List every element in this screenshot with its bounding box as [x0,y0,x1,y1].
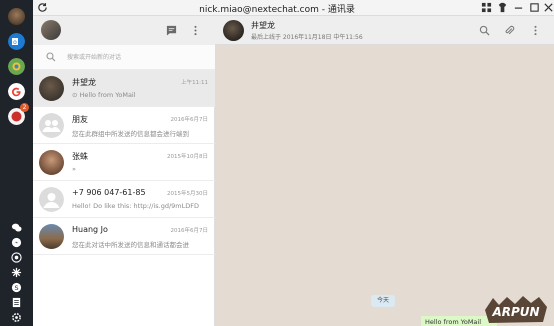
conversation-header: 井望龙 最后上线于 2016年11月18日 中午11:56 [215,16,554,45]
chat-list-panel: 井望龙 上午11:11 ⊙ Hello from YoMail 朋友 2016年… [33,16,215,326]
watermark-text: ARPUN [491,305,539,319]
search-bar [33,45,215,70]
contact-avatar [39,224,64,249]
messenger-icon[interactable] [11,237,22,248]
attachment-icon[interactable] [504,25,515,36]
arpun-watermark-logo: ARPUN [485,296,547,323]
contact-avatar [39,150,64,175]
slack-icon[interactable] [11,267,22,278]
chat-preview: Hello! Do like this: http://is.gd/9mLDFD [72,202,199,210]
chat-item[interactable]: Huang Jo 2016年6月7日 您在此对话中所发送的信息和通话都会进 [33,218,215,255]
close-icon[interactable] [543,2,554,13]
profile-avatar[interactable] [8,8,25,25]
notification-badge: 2 [20,103,29,112]
maximize-icon[interactable] [529,2,540,13]
chat-preview: » [72,165,76,173]
chat-name: 朋友 [72,115,88,124]
wechat-icon[interactable] [11,222,22,233]
chat-preview: 您在此对话中所发送的信息和通话都会进 [72,241,189,249]
chat-item[interactable]: 井望龙 上午11:11 ⊙ Hello from YoMail [33,70,215,107]
contact-avatar [39,76,64,101]
chrome-icon[interactable] [8,58,25,75]
google-icon[interactable] [8,83,25,100]
new-chat-icon[interactable] [166,25,177,36]
whatsapp-icon[interactable] [11,252,22,263]
search-icon[interactable] [479,25,490,36]
title-bar: nick.miao@nextechat.com - 通讯录 [0,0,554,16]
chat-time: 2015年5月30日 [167,191,208,197]
date-chip: 今天 [371,295,395,307]
more-menu-icon[interactable] [530,25,541,36]
chat-time: 上午11:11 [181,80,208,86]
more-menu-icon[interactable] [190,25,201,36]
chat-item[interactable]: +7 906 047-61-85 2015年5月30日 Hello! Do li… [33,181,215,218]
group-avatar-icon [39,113,64,138]
last-seen-status: 最后上线于 2016年11月18日 中午11:56 [251,34,363,41]
outlook-icon[interactable]: o [8,33,25,50]
conversation-avatar[interactable] [223,20,244,41]
conversation-pane: 井望龙 最后上线于 2016年11月18日 中午11:56 今天 Hello f… [215,16,554,326]
window-title: nick.miao@nextechat.com - 通讯录 [199,5,355,15]
chat-name: 张蛛 [72,152,88,161]
my-avatar[interactable] [41,20,61,40]
chat-item[interactable]: 朋友 2016年6月7日 您在此群组中所发送的信息都会进行端到 [33,107,215,144]
chat-time: 2016年6月7日 [170,117,209,123]
list-header [33,16,215,45]
svg-text:o: o [13,39,17,46]
skin-icon[interactable] [497,2,508,13]
person-avatar-icon [39,187,64,212]
search-icon [46,52,56,62]
chat-time: 2015年10月8日 [167,154,208,160]
skype-icon[interactable]: S [11,282,22,293]
chat-name: 井望龙 [72,78,96,87]
chat-item[interactable]: 张蛛 2015年10月8日 » [33,144,215,181]
conversation-name[interactable]: 井望龙 [251,20,275,31]
minimize-icon[interactable] [513,2,524,13]
chat-time: 2016年6月7日 [170,228,209,234]
app-window: nick.miao@nextechat.com - 通讯录 o 2 S 搜索或开… [0,0,554,326]
grid-view-icon[interactable] [481,2,492,13]
svg-text:S: S [14,284,18,292]
chat-preview: 您在此群组中所发送的信息都会进行端到 [72,130,189,138]
document-icon[interactable] [11,297,22,308]
app-rail: o 2 S [0,0,33,326]
search-input[interactable] [67,51,207,64]
chat-name: Huang Jo [72,225,108,234]
settings-icon[interactable] [11,312,22,323]
chat-preview: ⊙ Hello from YoMail [72,91,136,99]
chat-name: +7 906 047-61-85 [72,188,146,197]
